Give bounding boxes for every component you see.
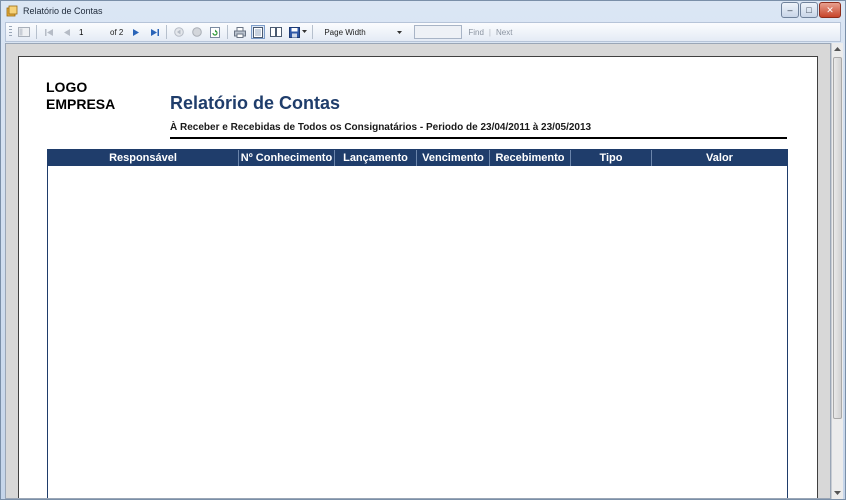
company-logo-placeholder: LOGO EMPRESA — [46, 79, 115, 113]
column-header-vencimento: Vencimento — [417, 150, 490, 166]
export-save-icon[interactable] — [287, 25, 301, 39]
chevron-down-icon — [397, 28, 403, 37]
page-setup-icon[interactable] — [269, 25, 283, 39]
find-link[interactable]: Find — [468, 28, 484, 37]
last-page-icon[interactable] — [147, 25, 161, 39]
export-dropdown-icon[interactable] — [301, 25, 307, 39]
next-page-icon[interactable] — [129, 25, 143, 39]
report-toolbar: of 2 — [5, 22, 841, 42]
column-header-lancamento: Lançamento — [335, 150, 417, 166]
vertical-scrollbar[interactable] — [831, 43, 843, 499]
title-bar: Relatório de Contas – □ ✕ — [1, 1, 845, 21]
scroll-down-icon[interactable] — [832, 487, 843, 499]
back-icon[interactable] — [172, 25, 186, 39]
previous-page-icon[interactable] — [60, 25, 74, 39]
zoom-select[interactable]: Page Width — [320, 25, 406, 39]
toolbar-grip — [9, 26, 12, 38]
report-subtitle: À Receber e Recebidas de Todos os Consig… — [170, 122, 592, 133]
next-link[interactable]: Next — [496, 28, 512, 37]
print-icon[interactable] — [233, 25, 247, 39]
toolbar-separator — [227, 25, 229, 39]
zoom-selected-value: Page Width — [324, 27, 366, 37]
table-header-row: Responsável Nº Conhecimento Lançamento V… — [48, 150, 787, 166]
title-divider — [170, 137, 787, 139]
report-page: LOGO EMPRESA Relatório de Contas À Receb… — [18, 56, 818, 498]
document-map-icon[interactable] — [17, 25, 31, 39]
logo-line-2: EMPRESA — [46, 96, 116, 112]
toolbar-separator — [36, 25, 37, 39]
maximize-button[interactable]: □ — [800, 2, 818, 18]
scrollbar-thumb[interactable] — [833, 57, 842, 419]
close-button[interactable]: ✕ — [819, 2, 841, 18]
report-title: Relatório de Contas — [170, 93, 341, 113]
column-header-tipo: Tipo — [571, 150, 652, 166]
logo-line-1: LOGO — [46, 79, 88, 95]
stop-icon[interactable] — [190, 25, 204, 39]
first-page-icon[interactable] — [42, 25, 56, 39]
page-count-label: of 2 — [110, 27, 124, 37]
toolbar-separator — [312, 25, 314, 39]
report-canvas[interactable]: LOGO EMPRESA Relatório de Contas À Receb… — [5, 43, 831, 499]
column-header-conhecimento: Nº Conhecimento — [239, 150, 335, 166]
current-page-input[interactable] — [76, 25, 106, 39]
column-header-recebimento: Recebimento — [490, 150, 571, 166]
toolbar-separator — [166, 25, 168, 39]
app-icon — [6, 5, 18, 17]
minimize-button[interactable]: – — [781, 2, 799, 18]
window-controls: – □ ✕ — [780, 2, 841, 18]
print-layout-icon[interactable] — [251, 25, 266, 39]
column-header-valor: Valor — [706, 152, 733, 164]
column-header-responsavel: Responsável — [48, 150, 239, 166]
find-input[interactable] — [414, 25, 463, 39]
refresh-icon[interactable] — [208, 25, 222, 39]
report-viewer-window: Relatório de Contas – □ ✕ of 2 — [0, 0, 846, 500]
accounts-table: Responsável Nº Conhecimento Lançamento V… — [47, 149, 788, 498]
scroll-up-icon[interactable] — [832, 43, 843, 55]
window-title: Relatório de Contas — [23, 6, 103, 16]
find-separator: | — [488, 27, 491, 37]
